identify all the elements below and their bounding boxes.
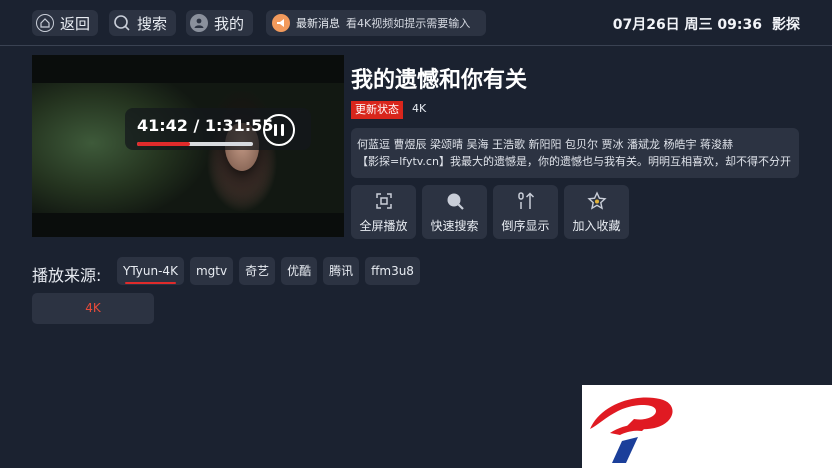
quick-search-label: 快速搜索 <box>430 218 479 233</box>
video-title: 我的遗憾和你有关 <box>351 68 528 93</box>
brand-logo <box>590 397 673 463</box>
star-icon <box>586 190 607 211</box>
source-list: YTyun-4K mgtv 奇艺 优酷 腾讯 ffm3u8 <box>117 257 420 285</box>
status-badge: 更新状态 <box>351 101 403 119</box>
back-button[interactable]: 返回 <box>32 10 98 36</box>
fullscreen-icon <box>374 191 394 211</box>
profile-button[interactable]: 我的 <box>186 10 253 36</box>
fullscreen-label: 全屏播放 <box>359 218 408 233</box>
top-bar: 返回 搜索 我的 最新消息 看4K视频如提示需要输入 07月26日 周三 09:… <box>0 0 832 46</box>
add-favorite-label: 加入收藏 <box>572 218 621 233</box>
fullscreen-button[interactable]: 全屏播放 <box>351 185 416 239</box>
news-text: 看4K视频如提示需要输入 <box>346 17 471 30</box>
source-tab-qiyi[interactable]: 奇艺 <box>239 257 276 285</box>
source-tab-youku[interactable]: 优酷 <box>281 257 318 285</box>
progress-fill <box>137 142 190 146</box>
reverse-order-label: 倒序显示 <box>501 218 550 233</box>
source-tab-mgtv[interactable]: mgtv <box>189 257 234 285</box>
add-favorite-button[interactable]: 加入收藏 <box>564 185 629 239</box>
pause-button[interactable] <box>263 114 295 146</box>
datetime: 07月26日 周三 09:36 <box>612 17 762 33</box>
progress-bar[interactable] <box>137 142 253 146</box>
pause-icon-bar-right <box>281 124 284 136</box>
back-label: 返回 <box>60 14 91 33</box>
news-title: 最新消息 <box>296 17 340 30</box>
action-bar: 全屏播放 快速搜索 倒序显示 加入收藏 <box>351 185 629 239</box>
source-label: 播放来源: <box>32 266 102 285</box>
search-label: 搜索 <box>137 14 168 33</box>
search-button[interactable]: 搜索 <box>109 10 176 36</box>
source-tab-ffm3u8[interactable]: ffm3u8 <box>365 257 420 285</box>
site-name: 影探 <box>772 17 800 33</box>
pause-icon-bar-left <box>274 124 277 136</box>
time-separator: / <box>187 116 205 135</box>
source-tab-tencent[interactable]: 腾讯 <box>323 257 360 285</box>
source-tab-ytyun-4k[interactable]: YTyun-4K <box>117 257 184 285</box>
video-player[interactable]: 41:42 / 1:31:55 <box>32 55 344 237</box>
search-icon <box>113 14 131 32</box>
current-time: 41:42 <box>137 116 188 135</box>
description-box: 何蓝逗 曹煜辰 梁颂晴 吴海 王浩歌 新阳阳 包贝尔 贾冰 潘斌龙 杨皓宇 蒋浚… <box>351 128 799 178</box>
quick-search-button[interactable]: 快速搜索 <box>422 185 487 239</box>
quality-tag: 4K <box>412 102 427 115</box>
profile-label: 我的 <box>214 14 245 33</box>
user-icon <box>190 14 208 32</box>
player-controls: 41:42 / 1:31:55 <box>125 108 311 150</box>
reverse-order-button[interactable]: 倒序显示 <box>493 185 558 239</box>
news-ticker[interactable]: 最新消息 看4K视频如提示需要输入 <box>266 10 486 36</box>
search-icon <box>445 191 465 211</box>
home-icon <box>36 14 54 32</box>
cast-list: 何蓝逗 曹煜辰 梁颂晴 吴海 王浩歌 新阳阳 包贝尔 贾冰 潘斌龙 杨皓宇 蒋浚… <box>357 138 733 151</box>
episode-button[interactable]: 4K <box>32 293 154 324</box>
brand-logo-panel <box>582 385 832 468</box>
synopsis: 【影探=lfytv.cn】我最大的遗憾是，你的遗憾也与我有关。明明互相喜欢，却不… <box>357 155 791 168</box>
playback-time: 41:42 / 1:31:55 <box>137 116 273 135</box>
sort-icon <box>516 191 536 211</box>
megaphone-icon <box>272 14 290 32</box>
